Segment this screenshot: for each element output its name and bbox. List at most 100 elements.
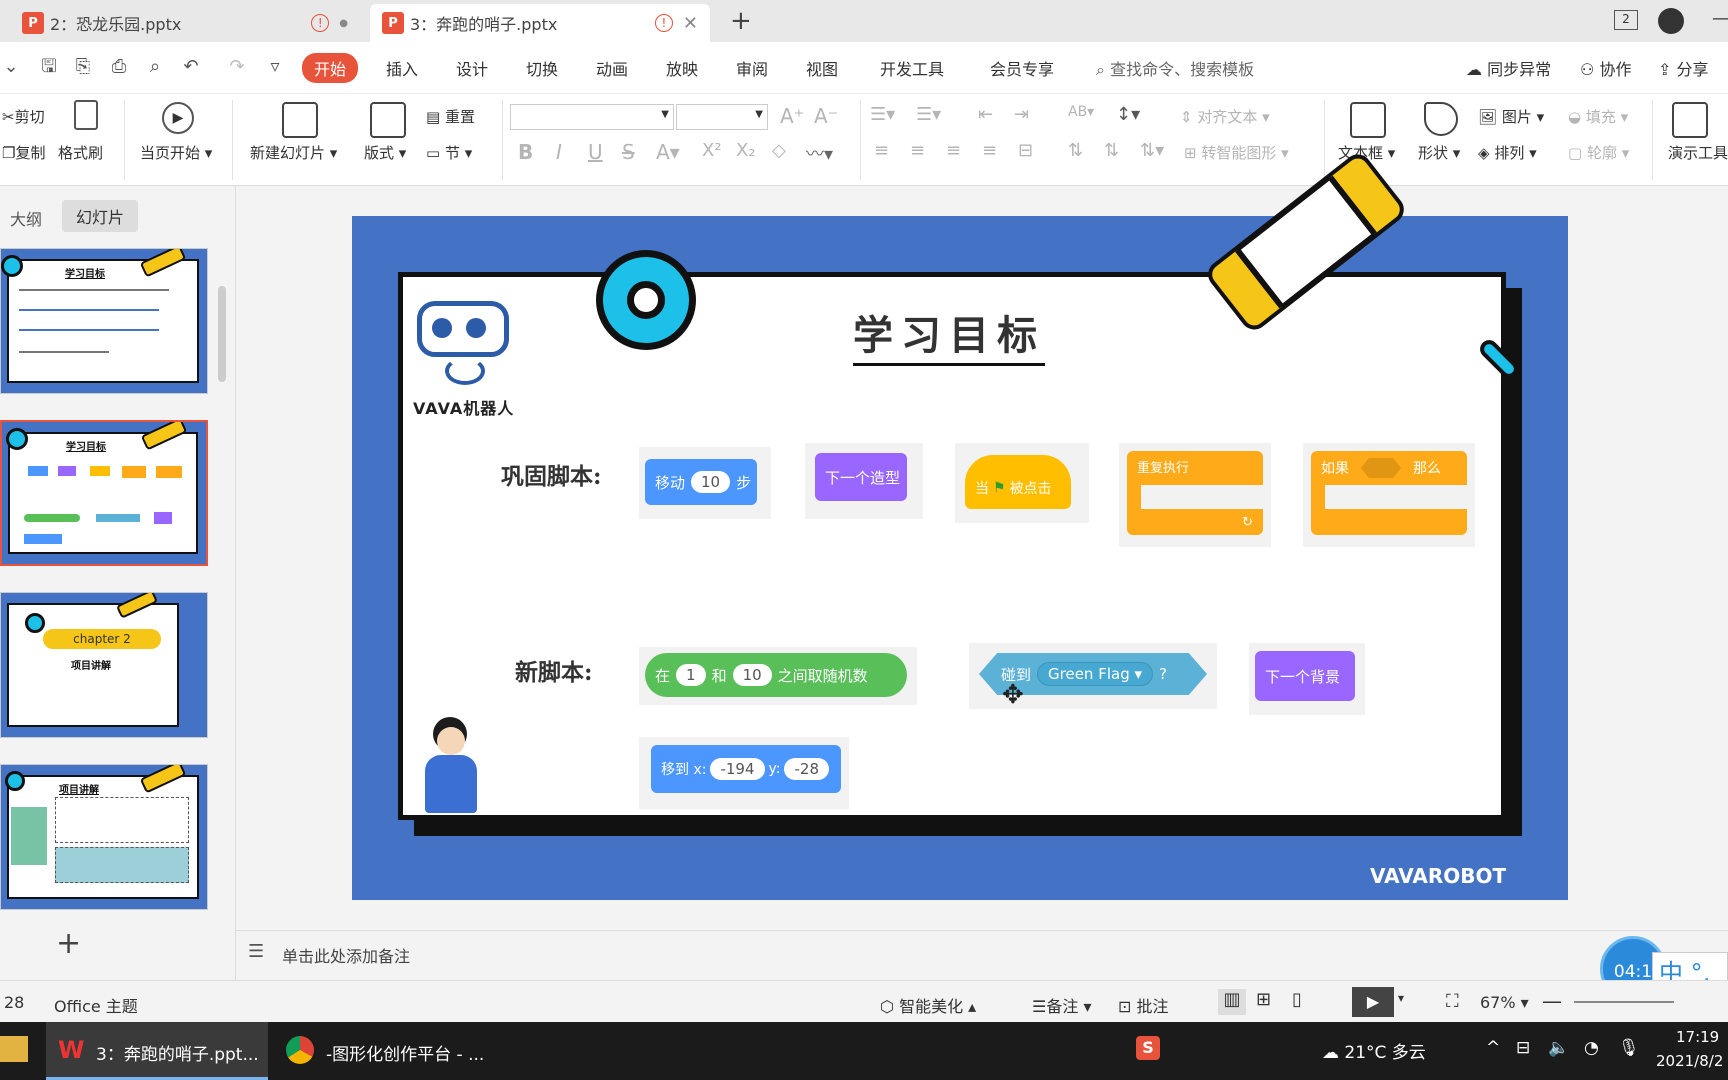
theme-name[interactable]: Office 主题 [54,993,138,1017]
clock-date[interactable]: 2021/8/2 [1656,1052,1723,1070]
align-right-icon[interactable]: ≡ [946,140,961,161]
italic-icon[interactable]: I [556,140,562,164]
font-family-select[interactable]: ▼ [510,104,674,130]
microphone-icon[interactable]: 🎙 [1618,1038,1640,1058]
redo-icon[interactable]: ↷ [226,57,248,77]
phonetic-icon[interactable]: 〰▾ [806,140,833,166]
print-icon[interactable]: ⎙ [108,57,130,77]
touching-dropdown[interactable]: Green Flag ▾ [1037,662,1154,686]
slide-thumbnail-3[interactable]: chapter 2 项目讲解 [0,592,208,738]
underline-icon[interactable]: U [588,140,603,164]
normal-view-icon[interactable]: ▥ [1218,989,1246,1015]
smart-beautify-button[interactable]: ⬡ 智能美化 ▴ [880,993,976,1017]
thumb-scrollbar[interactable] [218,286,226,382]
menu-slideshow[interactable]: 放映 [666,56,698,80]
menu-insert[interactable]: 插入 [386,56,418,80]
superscript-icon[interactable]: X² [702,140,722,161]
goto-x-input[interactable]: -194 [710,758,765,780]
reset-button[interactable]: ▤ 重置 [426,106,475,127]
text-direction-icon[interactable]: AB▾ [1068,104,1094,120]
tab-dinosaur-park[interactable]: P 2：恐龙乐园.pptx ! ● [10,4,360,42]
more-icon[interactable]: ▿ [264,57,286,77]
taskbar-app-chrome[interactable]: -图形化创作平台 - ... [278,1022,500,1080]
play-from-current-button[interactable]: 当页开始 ▾ [140,142,212,163]
network-icon[interactable]: ⊟ [1516,1038,1530,1058]
slide-thumbnail-4[interactable]: 项目讲解 [0,764,208,910]
new-tab-plus-icon[interactable]: + [730,6,752,36]
slide-canvas[interactable]: VAVA机器人 学习目标 巩固脚本: 新脚本: 移动 10 步 下一个造型 当 … [352,148,1568,900]
next-costume-block[interactable]: 下一个造型 [815,453,907,501]
menu-view[interactable]: 视图 [806,56,838,80]
distribute-icon[interactable]: ⊟ [1018,140,1033,161]
chevron-down-icon[interactable]: ▾ [1398,991,1404,1005]
go-to-xy-block[interactable]: 移到 x: -194 y: -28 [651,745,841,793]
font-color-icon[interactable]: A▾ [656,140,680,164]
chevron-icon[interactable]: ⌄ [0,57,22,77]
format-painter-button[interactable]: 格式刷 [58,142,103,163]
menu-review[interactable]: 审阅 [736,56,768,80]
zoom-slider[interactable] [1574,1001,1674,1003]
menu-design[interactable]: 设计 [456,56,488,80]
tray-chevron-icon[interactable]: ^ [1486,1038,1500,1058]
align-center-icon[interactable]: ≡ [910,140,925,161]
undo-icon[interactable]: ↶ [180,57,202,77]
bold-icon[interactable]: B [518,140,533,164]
menu-home[interactable]: 开始 [302,53,359,83]
menu-member[interactable]: 会员专享 [990,56,1054,80]
next-backdrop-block[interactable]: 下一个背景 [1255,651,1355,701]
columns-icon[interactable]: ⇅▾ [1140,140,1164,161]
goto-y-input[interactable]: -28 [784,758,829,780]
new-slide-button[interactable]: 新建幻灯片 ▾ [250,142,337,163]
justify-icon[interactable]: ≡ [982,140,997,161]
eraser-icon[interactable]: ◇ [772,140,786,161]
presenter-tools-button[interactable]: 演示工具 [1668,142,1728,163]
bullet-list-icon[interactable]: ☰▾ [870,104,895,125]
notes-toggle-button[interactable]: ☰备注 ▾ [1032,993,1091,1017]
export-icon[interactable]: ⎘ [72,57,94,77]
share-button[interactable]: ⇪ 分享 [1658,56,1709,80]
random-from-input[interactable]: 1 [676,664,706,686]
picture-button[interactable]: 🖼 图片 ▾ [1478,106,1544,127]
strikethrough-icon[interactable]: S [622,140,635,164]
move-steps-block[interactable]: 移动 10 步 [645,459,757,505]
font-size-select[interactable]: ▼ [676,104,768,130]
shape-button[interactable]: 形状 ▾ [1418,142,1460,163]
reading-view-icon[interactable]: ▯ [1292,989,1302,1010]
random-to-input[interactable]: 10 [732,664,772,686]
smart-shape-button[interactable]: ⊞ 转智能图形 ▾ [1184,142,1289,163]
wifi-icon[interactable]: ◔ [1584,1038,1599,1058]
window-count-badge[interactable]: 2 [1614,10,1638,30]
slide-thumbnail-1[interactable]: 学习目标 [0,248,208,394]
number-list-icon[interactable]: ☰▾ [916,104,941,125]
random-number-block[interactable]: 在 1 和 10 之间取随机数 [645,653,907,697]
tab-running-whistle[interactable]: P 3：奔跑的哨子.pptx ! ✕ [370,4,710,42]
minimize-icon[interactable]: — [1712,8,1728,29]
play-slideshow-button[interactable]: ▶ [1352,987,1394,1017]
preview-icon[interactable]: ⌕ [144,57,166,77]
line-spacing-icon[interactable]: ↕▾ [1116,104,1140,125]
close-icon[interactable]: ✕ [683,13,698,34]
zoom-level[interactable]: 67% ▾ [1480,993,1529,1012]
menu-developer[interactable]: 开发工具 [880,56,944,80]
user-avatar[interactable] [1658,8,1684,34]
copy-button[interactable]: ❐复制 [2,142,45,163]
indent-icon[interactable]: ⇥ [1014,104,1029,125]
outline-button[interactable]: ▢ 轮廓 ▾ [1568,142,1629,163]
hexagon-slot[interactable] [1361,458,1401,478]
tab-outline[interactable]: 大纲 [10,206,42,230]
taskbar-app-wps[interactable]: W 3：奔跑的哨子.ppt... [46,1022,268,1080]
slide-sorter-icon[interactable]: ⊞ [1256,989,1271,1010]
tab-slides[interactable]: 幻灯片 [62,200,139,232]
clock-time[interactable]: 17:19 [1676,1028,1719,1046]
dot-icon[interactable]: ● [339,18,348,29]
file-explorer-icon[interactable] [0,1036,28,1062]
menu-transition[interactable]: 切换 [526,56,558,80]
outdent-icon[interactable]: ⇤ [978,104,993,125]
fit-window-icon[interactable]: ⛶ [1446,991,1459,1012]
volume-icon[interactable]: 🔈 [1548,1038,1569,1058]
layout-button[interactable]: 版式 ▾ [364,142,406,163]
align-text-button[interactable]: ⇕ 对齐文本 ▾ [1180,106,1270,127]
slide-title[interactable]: 学习目标 [853,303,1045,366]
zoom-out-icon[interactable]: — [1542,989,1562,1013]
collab-button[interactable]: ⚇ 协作 [1580,56,1631,80]
